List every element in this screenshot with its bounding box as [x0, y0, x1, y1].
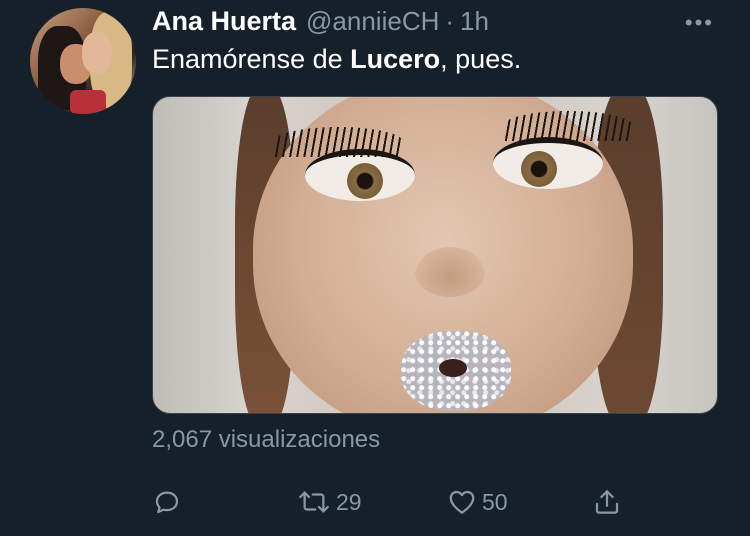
media-graphic: [273, 127, 403, 157]
tweet-media-image[interactable]: [152, 96, 718, 414]
avatar-graphic: [70, 90, 106, 114]
view-count[interactable]: 2,067 visualizaciones: [152, 426, 380, 454]
media-graphic: [503, 111, 633, 141]
author-handle[interactable]: @anniieCH: [306, 6, 439, 37]
timestamp[interactable]: 1h: [460, 6, 489, 37]
tweet-text: Enamórense de Lucero, pues.: [152, 44, 521, 75]
share-button[interactable]: [592, 482, 622, 522]
reply-icon: [152, 487, 182, 517]
media-graphic: [347, 163, 383, 199]
retweet-button[interactable]: 29: [296, 482, 362, 522]
like-button[interactable]: 50: [446, 482, 508, 522]
avatar-graphic: [82, 32, 112, 74]
tweet-text-bold: Lucero: [350, 44, 441, 74]
media-graphic: [439, 359, 467, 377]
avatar[interactable]: [30, 8, 136, 114]
more-options-icon[interactable]: •••: [685, 12, 714, 34]
separator: ·: [445, 6, 455, 36]
author-name[interactable]: Ana Huerta: [152, 6, 296, 37]
retweet-icon: [296, 487, 332, 517]
action-bar: 29 50: [152, 482, 642, 522]
tweet-header: Ana Huerta @anniieCH · 1h: [152, 6, 489, 38]
tweet: Ana Huerta @anniieCH · 1h ••• Enamórense…: [0, 0, 750, 536]
media-graphic: [521, 151, 557, 187]
media-graphic: [415, 247, 485, 297]
tweet-text-part: , pues.: [440, 44, 522, 74]
heart-icon: [446, 487, 478, 517]
retweet-count: 29: [336, 488, 362, 515]
tweet-text-part: Enamórense de: [152, 44, 351, 74]
like-count: 50: [482, 488, 508, 515]
share-icon: [592, 487, 622, 517]
reply-button[interactable]: [152, 482, 186, 522]
